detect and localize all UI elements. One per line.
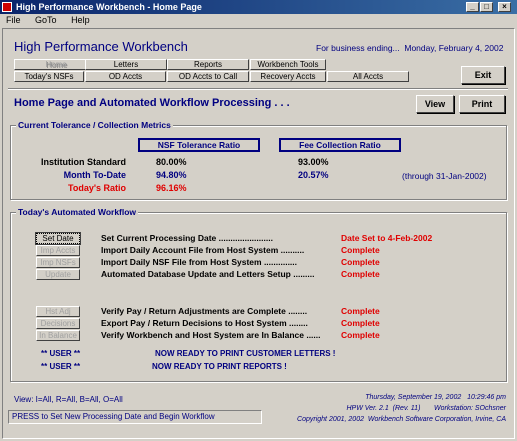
fee-collection-header: Fee Collection Ratio (279, 138, 401, 152)
footer-datetime: Thursday, September 19, 2002 10:29:46 pm (365, 394, 506, 401)
app-title: High Performance Workbench (14, 39, 188, 54)
status-message: PRESS to Set New Processing Date and Beg… (8, 410, 262, 424)
nav-todays-nsfs[interactable]: Today's NSFs (14, 71, 84, 82)
update-button[interactable]: Update (36, 269, 80, 280)
step-import-nsf-text: Import Daily NSF File from Host System .… (101, 257, 298, 267)
hst-adj-button[interactable]: Hst Adj (36, 306, 80, 317)
mtd-fee: 20.57% (298, 170, 329, 180)
nav-recovery-accts[interactable]: Recovery Accts (250, 71, 326, 82)
row-label-mtd: Month To-Date (63, 170, 126, 180)
set-date-button[interactable]: Set Date (35, 232, 81, 245)
window-title-bar: High Performance Workbench - Home Page _… (0, 0, 517, 14)
workflow-group-label: Today's Automated Workflow (16, 207, 139, 217)
step-update-status: Complete (341, 269, 380, 279)
nav-all-accts[interactable]: All Accts (327, 71, 409, 82)
decisions-button[interactable]: Decisions (36, 318, 80, 329)
header-divider (8, 88, 508, 90)
menu-help[interactable]: Help (71, 15, 90, 25)
nav-reports[interactable]: Reports (167, 59, 249, 70)
nav-letters[interactable]: Letters (85, 59, 167, 70)
footer-copyright: Copyright 2001, 2002 Workbench Software … (297, 416, 506, 423)
standard-nsf: 80.00% (156, 157, 187, 167)
business-label: For business ending... (316, 43, 400, 53)
nav-od-accts[interactable]: OD Accts (85, 71, 166, 82)
app-icon (2, 2, 12, 12)
user-tag-letters: ** USER ** (41, 349, 81, 358)
step-import-nsf-status: Complete (341, 257, 380, 267)
print-button[interactable]: Print (459, 95, 505, 113)
metrics-group-label: Current Tolerance / Collection Metrics (16, 120, 173, 130)
view-button[interactable]: View (416, 95, 454, 113)
step-export-decisions-text: Export Pay / Return Decisions to Host Sy… (101, 318, 308, 328)
mtd-note: (through 31-Jan-2002) (402, 171, 487, 181)
standard-fee: 93.00% (298, 157, 329, 167)
menu-bar: File GoTo Help (0, 14, 517, 27)
minimize-button[interactable]: _ (466, 2, 479, 12)
close-button[interactable]: × (498, 2, 511, 12)
menu-goto[interactable]: GoTo (35, 15, 57, 25)
footer-version: HPW Ver. 2.1 (Rev. 11) Workstation: SOch… (346, 405, 507, 412)
business-ending: For business ending... Monday, February … (316, 43, 503, 53)
mtd-nsf: 94.80% (156, 170, 187, 180)
row-label-today: Today's Ratio (68, 183, 126, 193)
ready-letters-message: NOW READY TO PRINT CUSTOMER LETTERS ! (155, 349, 336, 358)
section-title: Home Page and Automated Workflow Process… (14, 97, 290, 109)
step-import-accounts-text: Import Daily Account File from Host Syst… (101, 245, 305, 255)
step-set-date-status: Date Set to 4-Feb-2002 (341, 233, 433, 243)
step-verify-balance-status: Complete (341, 330, 380, 340)
step-verify-balance-text: Verify Workbench and Host System are In … (101, 330, 321, 340)
menu-file[interactable]: File (6, 15, 21, 25)
step-verify-adjustments-text: Verify Pay / Return Adjustments are Comp… (101, 306, 308, 316)
row-label-standard: Institution Standard (41, 157, 126, 167)
imp-nsfs-button[interactable]: Imp NSFs (36, 257, 80, 268)
today-nsf: 96.16% (156, 183, 187, 193)
nsf-tolerance-header: NSF Tolerance Ratio (138, 138, 260, 152)
user-tag-reports: ** USER ** (41, 362, 81, 371)
step-import-accounts-status: Complete (341, 245, 380, 255)
view-legend: View: I=All, R=All, B=All, O=All (14, 395, 123, 404)
nav-workbench-tools[interactable]: Workbench Tools (250, 59, 326, 70)
business-date: Monday, February 4, 2002 (404, 43, 504, 53)
step-export-decisions-status: Complete (341, 318, 380, 328)
ready-reports-message: NOW READY TO PRINT REPORTS ! (152, 362, 287, 371)
window-title: High Performance Workbench - Home Page (16, 2, 202, 12)
step-set-date-text: Set Current Processing Date ............… (101, 233, 273, 243)
maximize-button[interactable]: □ (480, 2, 493, 12)
in-balance-button[interactable]: In Balance (36, 330, 80, 341)
imp-accts-button[interactable]: Imp Accts (36, 245, 80, 256)
nav-od-accts-to-call[interactable]: OD Accts to Call (167, 71, 249, 82)
step-verify-adjustments-status: Complete (341, 306, 380, 316)
step-update-text: Automated Database Update and Letters Se… (101, 269, 315, 279)
exit-button[interactable]: Exit (461, 66, 505, 84)
